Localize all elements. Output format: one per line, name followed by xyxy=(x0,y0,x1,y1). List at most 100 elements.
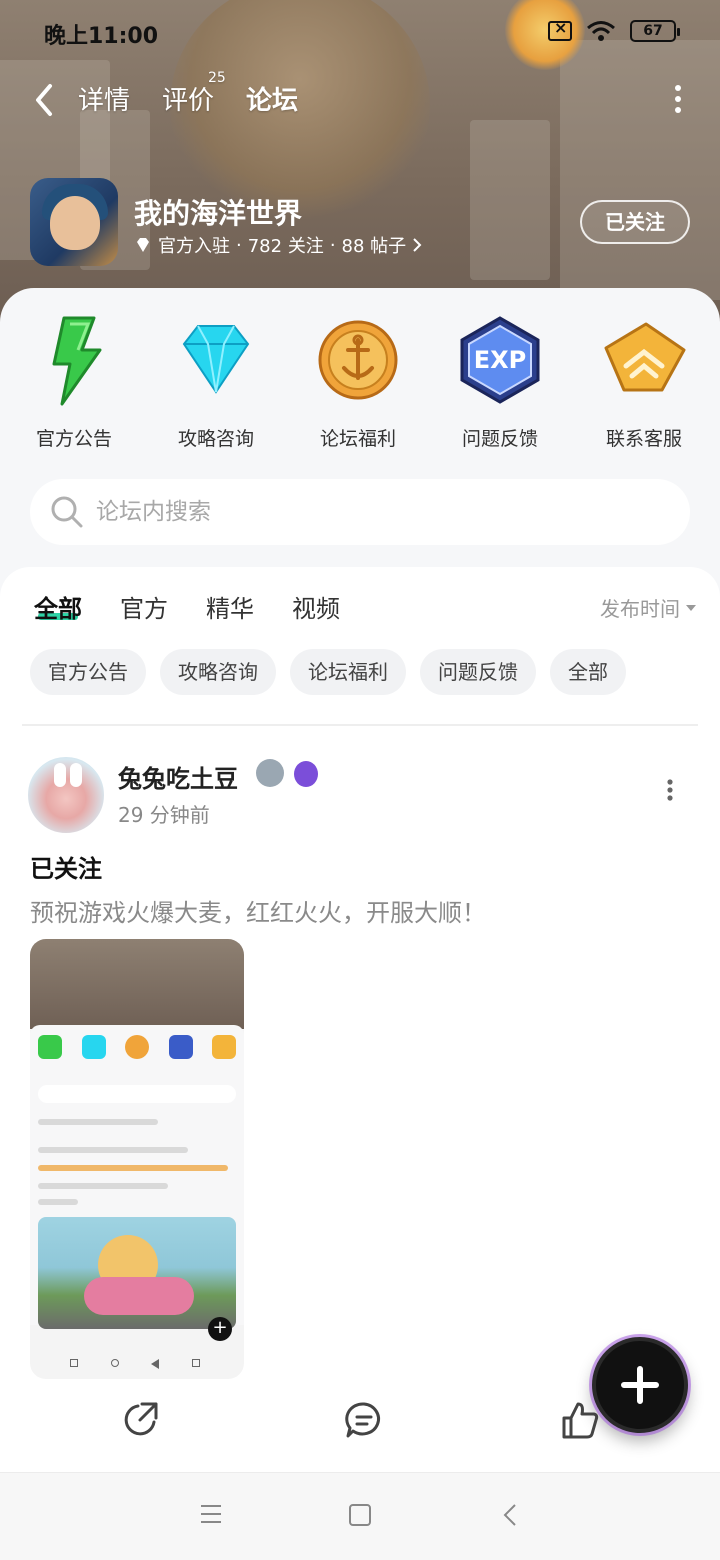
motorbike-shape xyxy=(84,1277,194,1315)
tab-details[interactable]: 详情 xyxy=(78,80,130,117)
game-app-icon[interactable] xyxy=(30,178,118,266)
home-square-icon[interactable] xyxy=(348,1503,372,1527)
category-forum-benefits[interactable]: 论坛福利 xyxy=(298,312,418,451)
rank-icon xyxy=(604,322,686,392)
plus-icon xyxy=(621,1366,659,1404)
post-more-icon[interactable] xyxy=(666,779,674,801)
feed-tabs: 全部 官方 精华 视频 xyxy=(34,589,340,624)
thumb-category-icons xyxy=(38,1035,236,1065)
search-input[interactable] xyxy=(96,493,656,531)
ear-shape xyxy=(54,763,66,787)
meta-separator: · xyxy=(329,234,336,256)
post-author-name[interactable]: 兔兔吃土豆 xyxy=(118,759,238,794)
comment-icon[interactable] xyxy=(344,1400,384,1440)
thumb-text-line xyxy=(38,1165,228,1171)
post-title[interactable]: 已关注 xyxy=(30,849,102,884)
caret-down-icon xyxy=(686,604,696,611)
chevron-right-icon xyxy=(413,238,422,252)
more-vertical-icon[interactable] xyxy=(674,84,682,114)
thumbs-up-icon[interactable] xyxy=(560,1400,600,1440)
follow-button[interactable]: 已关注 xyxy=(580,200,690,244)
chip-feedback[interactable]: 问题反馈 xyxy=(420,649,536,695)
thumb-coin-icon xyxy=(125,1035,149,1059)
category-label: 论坛福利 xyxy=(319,428,396,450)
verified-diamond-icon xyxy=(137,238,149,252)
thumb-hero xyxy=(30,939,244,1029)
thumb-plus-icon: + xyxy=(208,1317,232,1341)
feed-tab-official[interactable]: 官方 xyxy=(120,589,168,624)
status-bar: 晚上11:00 67 xyxy=(0,0,720,64)
chip-all[interactable]: 全部 xyxy=(550,649,626,695)
feed-tab-label: 全部 xyxy=(34,595,82,623)
thumb-illustration xyxy=(38,1217,236,1329)
feed-tab-all[interactable]: 全部 xyxy=(34,589,82,624)
back-arrow-icon[interactable] xyxy=(28,78,64,122)
back-icon[interactable] xyxy=(502,1503,518,1527)
feed-tab-label: 精华 xyxy=(206,595,254,623)
feed-tab-video[interactable]: 视频 xyxy=(292,589,340,624)
top-nav: 详情 评价 25 论坛 xyxy=(0,70,720,130)
category-official-announcement[interactable]: 官方公告 xyxy=(14,312,134,451)
chip-official-announcement[interactable]: 官方公告 xyxy=(30,649,146,695)
forum-search-bar[interactable] xyxy=(30,479,690,545)
thumb-text-line xyxy=(38,1119,158,1125)
thumb-lightning-icon xyxy=(38,1035,62,1059)
tab-reviews-label: 评价 xyxy=(162,86,215,116)
share-icon[interactable] xyxy=(120,1400,160,1440)
posts-count: 88 帖子 xyxy=(341,236,407,257)
thumb-text-line xyxy=(38,1147,188,1153)
wifi-icon xyxy=(587,21,615,41)
category-row: 官方公告 攻略咨询 论坛福利 EXP 问题反馈 联系客服 xyxy=(0,312,720,452)
review-count-badge: 25 xyxy=(208,70,226,86)
building-decoration xyxy=(470,120,550,280)
followers-count: 782 关注 xyxy=(247,236,324,257)
feed-tab-label: 官方 xyxy=(120,595,168,623)
status-time: 晚上11:00 xyxy=(44,24,159,49)
no-sim-icon xyxy=(548,18,572,41)
exp-icon: EXP xyxy=(460,316,540,404)
category-label: 官方公告 xyxy=(35,428,112,450)
post-feed: 全部 官方 精华 视频 发布时间 官方公告 攻略咨询 论坛福利 问题反馈 全部 … xyxy=(0,567,720,1473)
divider xyxy=(22,724,698,726)
thumb-square-icon xyxy=(70,1359,78,1367)
meta-separator: · xyxy=(236,234,242,256)
sort-label: 发布时间 xyxy=(600,597,680,621)
category-customer-service[interactable]: 联系客服 xyxy=(584,312,704,451)
chip-strategy-consult[interactable]: 攻略咨询 xyxy=(160,649,276,695)
tab-forum[interactable]: 论坛 xyxy=(242,80,304,118)
sort-dropdown[interactable]: 发布时间 xyxy=(600,593,696,622)
menu-icon[interactable] xyxy=(200,1503,222,1525)
svg-text:EXP: EXP xyxy=(474,346,527,374)
user-avatar[interactable] xyxy=(26,755,106,835)
category-feedback[interactable]: EXP 问题反馈 xyxy=(440,312,560,451)
tab-reviews[interactable]: 评价 25 xyxy=(162,70,226,117)
medal-badge-icon xyxy=(294,761,318,787)
thumb-down-icon xyxy=(191,1359,200,1367)
category-strategy-consult[interactable]: 攻略咨询 xyxy=(156,312,276,451)
filter-chips: 官方公告 攻略咨询 论坛福利 问题反馈 全部 xyxy=(30,649,626,695)
battery-indicator: 67 xyxy=(630,20,680,42)
official-label: 官方入驻 xyxy=(158,236,230,257)
system-navigation-bar xyxy=(0,1472,720,1560)
level-badge-icon xyxy=(256,759,284,787)
lightning-icon xyxy=(52,316,102,406)
forum-meta[interactable]: 官方入驻 · 782 关注 · 88 帖子 xyxy=(134,232,422,258)
ear-shape xyxy=(70,763,82,787)
thumb-rank-icon xyxy=(212,1035,236,1059)
forum-title: 我的海洋世界 xyxy=(134,197,303,230)
post-actions xyxy=(0,1400,720,1456)
post-body[interactable]: 预祝游戏火爆大麦，红红火火，开服大顺！ xyxy=(30,893,486,928)
thumb-exp-icon xyxy=(168,1035,193,1059)
thumb-text-line xyxy=(38,1199,78,1205)
feed-tab-featured[interactable]: 精华 xyxy=(206,589,254,624)
diamond-icon xyxy=(182,325,250,394)
tab-forum-label: 论坛 xyxy=(246,86,299,116)
face-shape xyxy=(50,196,100,250)
tab-details-label: 详情 xyxy=(78,86,131,116)
feed-tab-label: 视频 xyxy=(292,595,340,623)
chip-forum-benefits[interactable]: 论坛福利 xyxy=(290,649,406,695)
search-icon xyxy=(51,496,83,528)
post-timestamp: 29 分钟前 xyxy=(118,803,210,827)
post-image-screenshot[interactable]: + xyxy=(30,939,244,1379)
thumb-nav xyxy=(70,1359,200,1373)
